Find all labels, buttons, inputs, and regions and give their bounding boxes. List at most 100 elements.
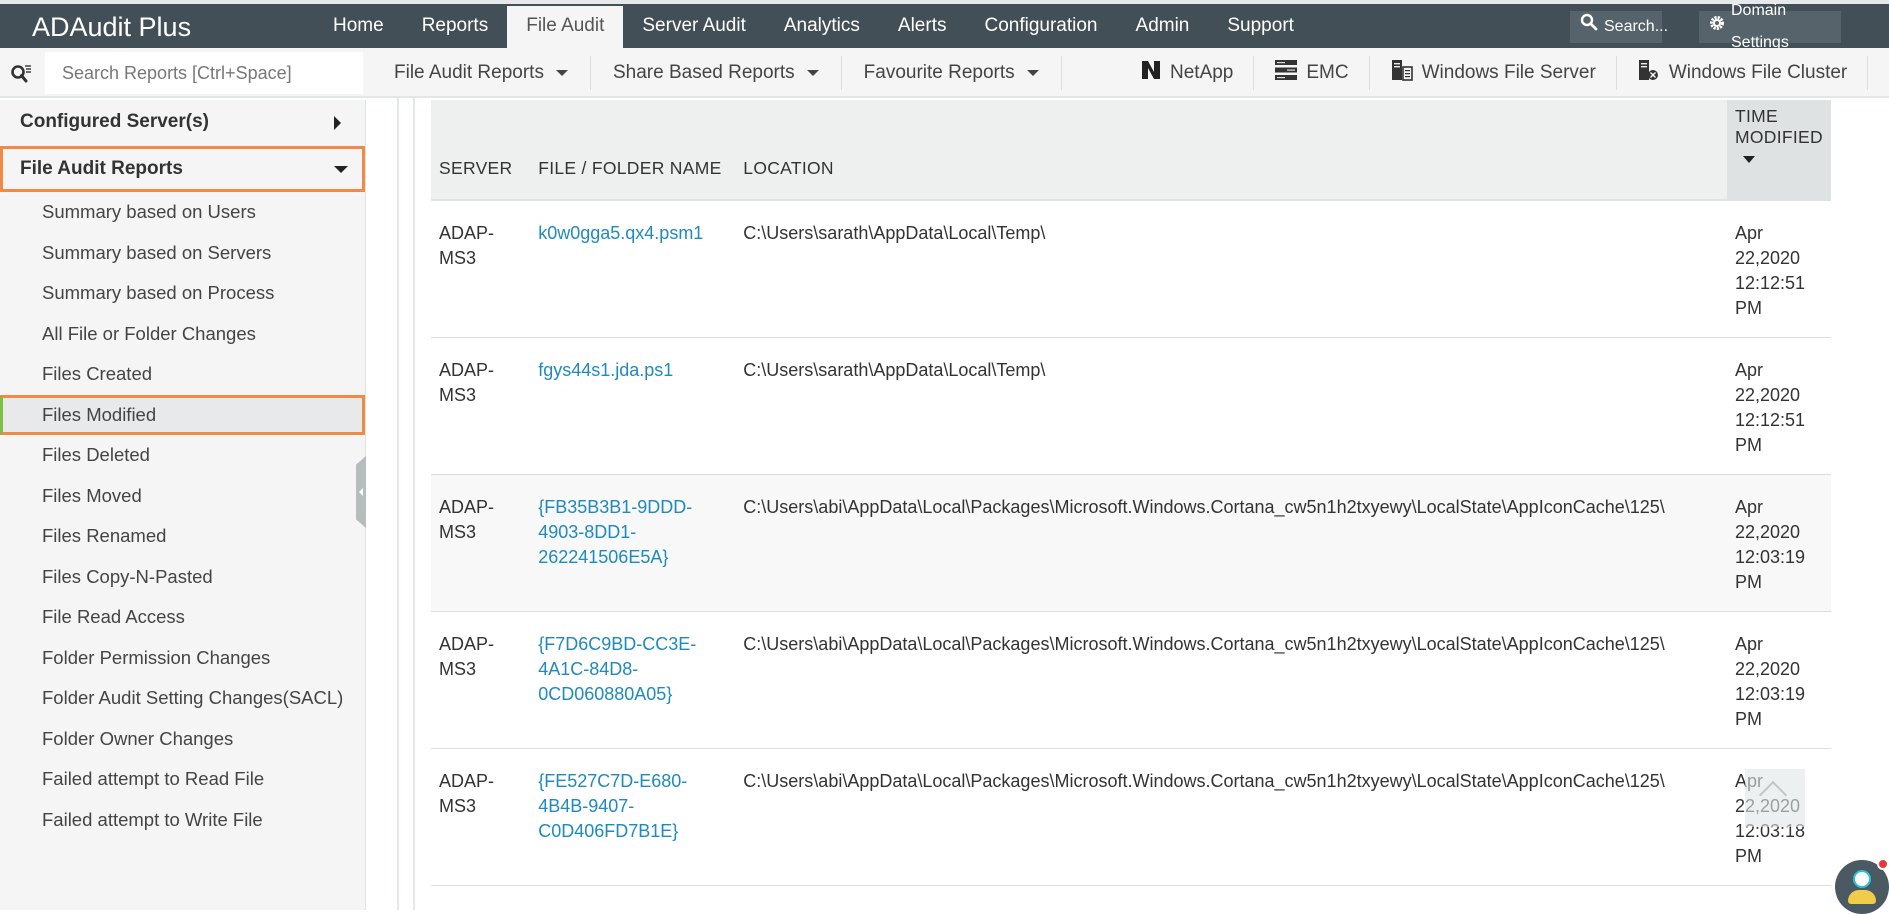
sidebar-item-folder-permission-changes[interactable]: Folder Permission Changes bbox=[0, 638, 365, 679]
sidebar-item-files-renamed[interactable]: Files Renamed bbox=[0, 516, 365, 557]
sidebar-item-summary-users[interactable]: Summary based on Users bbox=[0, 192, 365, 233]
nav-tab-admin[interactable]: Admin bbox=[1117, 6, 1209, 48]
netapp-icon bbox=[1140, 59, 1162, 87]
sidebar-item-file-read-access[interactable]: File Read Access bbox=[0, 597, 365, 638]
sidebar-item-summary-servers[interactable]: Summary based on Servers bbox=[0, 233, 365, 274]
file-name-link[interactable]: {FB35B3B1-9DDD-4903-8DD1-262241506E5A} bbox=[538, 497, 692, 567]
support-chat-button[interactable] bbox=[1835, 858, 1889, 914]
cell-server: ADAP-MS3 bbox=[431, 748, 531, 886]
top-navbar: ADAudit Plus Home Reports File Audit Ser… bbox=[0, 0, 1889, 51]
sidebar-item-summary-process[interactable]: Summary based on Process bbox=[0, 273, 365, 314]
cell-server: ADAP-MS3 bbox=[431, 611, 531, 749]
column-header-file-folder-name[interactable]: FILE / FOLDER NAME bbox=[530, 100, 736, 201]
app-logo[interactable]: ADAudit Plus bbox=[32, 12, 191, 43]
sidebar-collapse-handle[interactable] bbox=[356, 456, 366, 528]
column-header-time-modified-label: TIME MODIFIED bbox=[1734, 106, 1823, 147]
support-agent-body-icon bbox=[1848, 890, 1876, 904]
sidebar-item-folder-sacl-changes[interactable]: Folder Audit Setting Changes(SACL) bbox=[0, 678, 365, 719]
chevron-down-icon bbox=[806, 70, 819, 76]
vendor-tabs: NetApp EMC Windows File Server Windows F… bbox=[1120, 56, 1869, 90]
nav-tab-reports[interactable]: Reports bbox=[403, 6, 508, 48]
search-icon bbox=[1580, 11, 1598, 43]
scroll-to-top-button[interactable] bbox=[1745, 769, 1805, 827]
chevron-down-icon bbox=[334, 166, 348, 173]
windows-file-server-icon bbox=[1390, 59, 1414, 87]
sidebar-item-failed-read[interactable]: Failed attempt to Read File bbox=[0, 759, 365, 800]
content-frame-border bbox=[413, 98, 415, 910]
sidebar-item-files-moved[interactable]: Files Moved bbox=[0, 476, 365, 517]
table-row: ADAP-MS3 {F7D6C9BD-CC3E-4A1C-84D8-0CD060… bbox=[431, 611, 1831, 749]
cell-time-modified: Apr 22,2020 12:12:51 PM bbox=[1726, 200, 1831, 338]
report-menus: File Audit Reports Share Based Reports F… bbox=[372, 56, 1062, 90]
cell-location: C:\Users\sarath\AppData\Local\Temp\ bbox=[735, 337, 1727, 475]
global-search-label: Search... bbox=[1604, 18, 1669, 35]
sidebar-item-files-copy-pasted[interactable]: Files Copy-N-Pasted bbox=[0, 557, 365, 598]
sidebar-item-files-deleted[interactable]: Files Deleted bbox=[0, 435, 365, 476]
file-audit-reports-section-label: File Audit Reports bbox=[20, 158, 183, 179]
support-agent-icon bbox=[1853, 870, 1871, 888]
sidebar-item-files-created[interactable]: Files Created bbox=[0, 354, 365, 395]
configured-servers-label: Configured Server(s) bbox=[20, 111, 209, 132]
favourite-reports-dropdown[interactable]: Favourite Reports bbox=[842, 56, 1062, 90]
sidebar-item-failed-write[interactable]: Failed attempt to Write File bbox=[0, 800, 365, 841]
sort-descending-icon bbox=[1742, 156, 1755, 163]
chevron-down-icon bbox=[555, 70, 568, 76]
cell-location: C:\Users\abi\AppData\Local\Packages\Micr… bbox=[735, 611, 1727, 749]
nav-tab-file-audit[interactable]: File Audit bbox=[507, 6, 624, 48]
nav-tab-alerts[interactable]: Alerts bbox=[879, 6, 966, 48]
content-frame-border bbox=[397, 98, 399, 910]
nav-tab-server-audit[interactable]: Server Audit bbox=[623, 6, 765, 48]
cell-time-modified: Apr 22,2020 12:03:19 PM bbox=[1726, 474, 1831, 612]
sidebar: Configured Server(s) File Audit Reports … bbox=[0, 100, 366, 910]
vendor-netapp[interactable]: NetApp bbox=[1120, 56, 1255, 90]
vendor-emc-label: EMC bbox=[1306, 62, 1349, 83]
main-nav: Home Reports File Audit Server Audit Ana… bbox=[314, 6, 1313, 48]
file-name-link[interactable]: k0w0gga5.qx4.psm1 bbox=[538, 223, 703, 243]
report-search-icon bbox=[10, 64, 32, 84]
vendor-emc[interactable]: EMC bbox=[1254, 56, 1370, 90]
windows-file-cluster-icon bbox=[1637, 59, 1661, 87]
column-header-time-modified[interactable]: TIME MODIFIED bbox=[1726, 100, 1831, 201]
notification-dot-icon bbox=[1877, 858, 1889, 870]
table-row: ADAP-MS3 fgys44s1.jda.ps1 C:\Users\sarat… bbox=[431, 337, 1831, 475]
global-search-button[interactable]: Search... bbox=[1570, 11, 1668, 43]
share-based-reports-dropdown[interactable]: Share Based Reports bbox=[591, 56, 842, 90]
sidebar-item-folder-owner-changes[interactable]: Folder Owner Changes bbox=[0, 719, 365, 760]
emc-icon bbox=[1274, 59, 1298, 87]
vendor-netapp-label: NetApp bbox=[1170, 62, 1234, 83]
column-header-location[interactable]: LOCATION bbox=[735, 100, 1727, 201]
nav-tab-analytics[interactable]: Analytics bbox=[765, 6, 879, 48]
vendor-windows-file-server-label: Windows File Server bbox=[1421, 62, 1596, 83]
nav-tab-home[interactable]: Home bbox=[314, 6, 403, 48]
report-search-input[interactable] bbox=[45, 52, 363, 94]
nav-tab-configuration[interactable]: Configuration bbox=[965, 6, 1116, 48]
sidebar-file-audit-reports[interactable]: File Audit Reports bbox=[0, 146, 365, 192]
chevron-down-icon bbox=[1026, 70, 1039, 76]
cell-location: C:\Users\abi\AppData\Local\Packages\Micr… bbox=[735, 748, 1727, 886]
vendor-windows-file-cluster-label: Windows File Cluster bbox=[1668, 62, 1848, 83]
gear-icon bbox=[1709, 11, 1725, 43]
file-name-link[interactable]: {FE527C7D-E680-4B4B-9407-C0D406FD7B1E} bbox=[538, 771, 687, 841]
file-name-link[interactable]: {F7D6C9BD-CC3E-4A1C-84D8-0CD060880A05} bbox=[538, 634, 696, 704]
sidebar-item-all-changes[interactable]: All File or Folder Changes bbox=[0, 314, 365, 355]
column-header-server[interactable]: SERVER bbox=[431, 100, 531, 201]
share-based-reports-label: Share Based Reports bbox=[612, 62, 795, 83]
domain-settings-button[interactable]: Domain Settings bbox=[1699, 2, 1841, 51]
cell-server: ADAP-MS3 bbox=[431, 337, 531, 475]
table-row: ADAP-MS3 k0w0gga5.qx4.psm1 C:\Users\sara… bbox=[431, 200, 1831, 338]
vendor-windows-file-server[interactable]: Windows File Server bbox=[1370, 56, 1617, 90]
nav-tab-support[interactable]: Support bbox=[1208, 6, 1313, 48]
report-table-container: SERVER FILE / FOLDER NAME LOCATION TIME … bbox=[431, 100, 1831, 886]
cell-server: ADAP-MS3 bbox=[431, 200, 531, 338]
vendor-windows-file-cluster[interactable]: Windows File Cluster bbox=[1617, 56, 1869, 90]
file-audit-reports-dropdown[interactable]: File Audit Reports bbox=[372, 56, 591, 90]
table-row: ADAP-MS3 {FB35B3B1-9DDD-4903-8DD1-262241… bbox=[431, 474, 1831, 612]
file-audit-reports-label: File Audit Reports bbox=[394, 62, 544, 83]
report-table: SERVER FILE / FOLDER NAME LOCATION TIME … bbox=[431, 100, 1831, 886]
sidebar-item-files-modified[interactable]: Files Modified bbox=[0, 394, 365, 435]
table-row: ADAP-MS3 {FE527C7D-E680-4B4B-9407-C0D406… bbox=[431, 748, 1831, 886]
cell-time-modified: Apr 22,2020 12:03:19 PM bbox=[1726, 611, 1831, 749]
sidebar-configured-servers[interactable]: Configured Server(s) bbox=[0, 100, 365, 144]
cell-server: ADAP-MS3 bbox=[431, 474, 531, 612]
file-name-link[interactable]: fgys44s1.jda.ps1 bbox=[538, 360, 673, 380]
